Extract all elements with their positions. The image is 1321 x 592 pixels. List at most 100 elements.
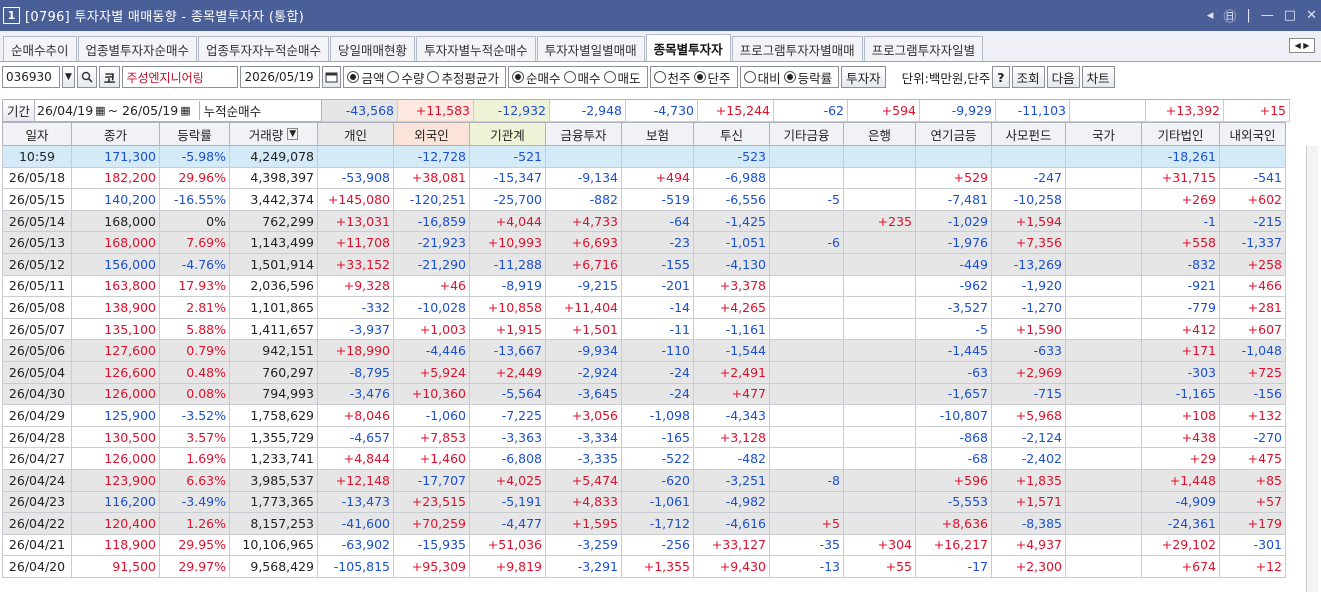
table-row[interactable]: 26/04/28 130,500 3.57% 1,355,729 -4,657 +7,85… — [2, 426, 1286, 449]
radio2-option-1[interactable]: 순매수 — [511, 68, 561, 87]
stock-code-input[interactable]: 036930 — [2, 66, 60, 88]
cell-domestic-foreign: -301 — [1220, 534, 1286, 557]
header-investment-trust[interactable]: 투신 — [694, 122, 770, 146]
header-bank[interactable]: 은행 — [844, 122, 916, 146]
radio4-option-2[interactable]: 등락률 — [783, 68, 832, 87]
radio-circle-icon[interactable] — [387, 71, 400, 83]
collapse-arrow-icon[interactable]: ◂ — [1207, 8, 1214, 23]
table-row[interactable]: 26/05/11 163,800 17.93% 2,036,596 +9,328 +46-… — [2, 275, 1286, 298]
table-row[interactable]: 26/05/08 138,900 2.81% 1,101,865 -332 -10,028… — [2, 297, 1286, 319]
help-button[interactable]: ? — [992, 66, 1010, 88]
date-input[interactable]: 2026/05/19 — [240, 66, 321, 88]
table-row[interactable]: 10:59 171,300 -5.98% 4,249,078 -12,728 -521 -5… — [2, 146, 1286, 168]
table-row[interactable]: 26/05/14 168,000 0% 762,299 +13,031 -16,859 +4… — [2, 210, 1286, 233]
search-icon[interactable] — [76, 66, 97, 88]
query-button[interactable]: 조회 — [1011, 66, 1045, 88]
table-row[interactable]: 26/04/27 126,000 1.69% 1,233,741 +4,844 +1,46… — [2, 448, 1286, 470]
summary-pension: -9,929 — [920, 99, 996, 122]
header-domestic-foreign[interactable]: 내외국인 — [1220, 122, 1286, 146]
header-date[interactable]: 일자 — [2, 122, 72, 146]
tab-4[interactable]: 당일매매현황 — [330, 36, 416, 61]
table-row[interactable]: 26/05/12 156,000 -4.76% 1,501,914 +33,152 -21… — [2, 253, 1286, 276]
header-pension[interactable]: 연기금등 — [916, 122, 992, 146]
table-row[interactable]: 26/05/07 135,100 5.88% 1,411,657 -3,937 +1,00… — [2, 318, 1286, 341]
cell-domestic-foreign: +132 — [1220, 405, 1286, 427]
cell-foreign: +1,003 — [394, 318, 470, 341]
header-other-finance[interactable]: 기타금융 — [770, 122, 844, 146]
cell-bank — [844, 275, 916, 298]
radio-circle-icon[interactable] — [511, 71, 524, 83]
code-dropdown-icon[interactable]: ▼ — [62, 66, 75, 88]
table-row[interactable]: 26/05/15 140,200 -16.55% 3,442,374 +145,080-… — [2, 189, 1286, 211]
radio1-option-3[interactable]: 추정평균가 — [427, 68, 499, 87]
header-foreign[interactable]: 외국인 — [394, 122, 470, 146]
radio-circle-icon[interactable] — [563, 71, 576, 83]
next-button[interactable]: 다음 — [1046, 66, 1080, 88]
trade-type-radio-group: 순매수 매수 매도 — [507, 66, 648, 88]
header-change-rate[interactable]: 등락률 — [160, 122, 230, 146]
window-number-badge[interactable]: 1 — [3, 7, 20, 24]
cell-domestic-foreign: +258 — [1220, 253, 1286, 276]
calendar-icon[interactable] — [322, 66, 342, 88]
header-close[interactable]: 종가 — [72, 122, 160, 146]
radio4-option-1[interactable]: 대비 — [743, 68, 781, 87]
header-individual[interactable]: 개인 — [318, 122, 394, 146]
table-row[interactable]: 26/04/24 123,900 6.63% 3,985,537 +12,148 -17,… — [2, 469, 1286, 492]
maximize-icon[interactable]: □ — [1284, 8, 1296, 23]
table-row[interactable]: 26/05/13 168,000 7.69% 1,143,499 +11,708 -21,… — [2, 232, 1286, 254]
table-row[interactable]: 26/04/30 126,000 0.08% 794,993 -3,476 +10,360… — [2, 383, 1286, 406]
period-to-calendar-icon[interactable]: ▦ — [180, 104, 190, 117]
radio-circle-icon[interactable] — [693, 71, 706, 83]
header-volume[interactable]: 거래량 ▼ — [230, 122, 318, 146]
radio-circle-icon[interactable] — [427, 71, 440, 83]
radio-circle-icon[interactable] — [783, 71, 796, 83]
header-other-corp[interactable]: 기타법인 — [1142, 122, 1220, 146]
table-row[interactable]: 26/04/22 120,400 1.26% 8,157,253 -41,600 +70,… — [2, 513, 1286, 535]
tab-1[interactable]: 순매수추이 — [3, 36, 77, 61]
tab-5[interactable]: 투자자별누적순매수 — [416, 36, 536, 61]
tab-7[interactable]: 종목별투자자 — [645, 34, 731, 61]
radio1-option-1[interactable]: 금액 — [347, 68, 384, 87]
table-row[interactable]: 26/05/06 127,600 0.79% 942,151 +18,990 -4,446… — [2, 340, 1286, 362]
tab-scroll-arrows-icon[interactable]: ◀ ▶ — [1289, 38, 1315, 53]
header-financial-investment[interactable]: 금융투자 — [546, 122, 622, 146]
header-government[interactable]: 국가 — [1066, 122, 1142, 146]
table-row[interactable]: 26/04/21 118,900 29.95% 10,106,965 -63,902 -1… — [2, 534, 1286, 557]
memo-icon[interactable]: ㊐ — [1223, 6, 1236, 25]
table-row[interactable]: 26/04/29 125,900 -3.52% 1,758,629 +8,046 -1,0… — [2, 405, 1286, 427]
investor-button[interactable]: 투자자 — [841, 66, 886, 88]
tab-3[interactable]: 업종투자자누적순매수 — [198, 36, 330, 61]
radio3-option-2[interactable]: 단주 — [693, 68, 731, 87]
tab-9[interactable]: 프로그램투자자일별 — [863, 36, 984, 61]
vertical-scrollbar[interactable] — [1306, 146, 1318, 592]
radio3-option-1[interactable]: 천주 — [653, 68, 691, 87]
tab-6[interactable]: 투자자별일별매매 — [536, 36, 645, 61]
tab-8[interactable]: 프로그램투자자별매매 — [731, 36, 863, 61]
table-row[interactable]: 26/05/18 182,200 29.96% 4,398,397 -53,908 +38… — [2, 167, 1286, 190]
table-row[interactable]: 26/04/20 91,500 29.97% 9,568,429 -105,815 +95… — [2, 556, 1286, 578]
radio-circle-icon[interactable] — [743, 71, 756, 83]
volume-sort-dropdown-icon[interactable]: ▼ — [287, 128, 299, 140]
close-icon[interactable]: ✕ — [1306, 8, 1317, 23]
period-from-calendar-icon[interactable]: ▦ — [95, 104, 105, 117]
table-row[interactable]: 26/05/04 126,600 0.48% 760,297 -8,795 +5,924 +… — [2, 361, 1286, 384]
header-insurance[interactable]: 보험 — [622, 122, 694, 146]
market-label[interactable]: 코 — [98, 66, 121, 88]
header-private-fund[interactable]: 사모펀드 — [992, 122, 1066, 146]
cell-other-corp: +558 — [1142, 232, 1220, 254]
radio-circle-icon[interactable] — [653, 71, 666, 83]
minimize-icon[interactable]: — — [1261, 8, 1274, 23]
radio-circle-icon[interactable] — [347, 71, 360, 83]
radio2-option-3[interactable]: 매도 — [603, 68, 641, 87]
cell-bank — [844, 426, 916, 449]
period-from-input[interactable]: 26/04/19 — [35, 103, 95, 118]
radio-circle-icon[interactable] — [603, 71, 616, 83]
cell-institution: -15,347 — [470, 167, 546, 190]
period-to-input[interactable]: 26/05/19 — [120, 103, 180, 118]
radio1-option-2[interactable]: 수량 — [387, 68, 424, 87]
radio2-option-2[interactable]: 매수 — [563, 68, 601, 87]
table-row[interactable]: 26/04/23 116,200 -3.49% 1,773,365 -13,473 +23… — [2, 491, 1286, 514]
chart-button[interactable]: 차트 — [1081, 66, 1115, 88]
tab-2[interactable]: 업종별투자자순매수 — [77, 36, 198, 61]
header-institution[interactable]: 기관계 — [470, 122, 546, 146]
